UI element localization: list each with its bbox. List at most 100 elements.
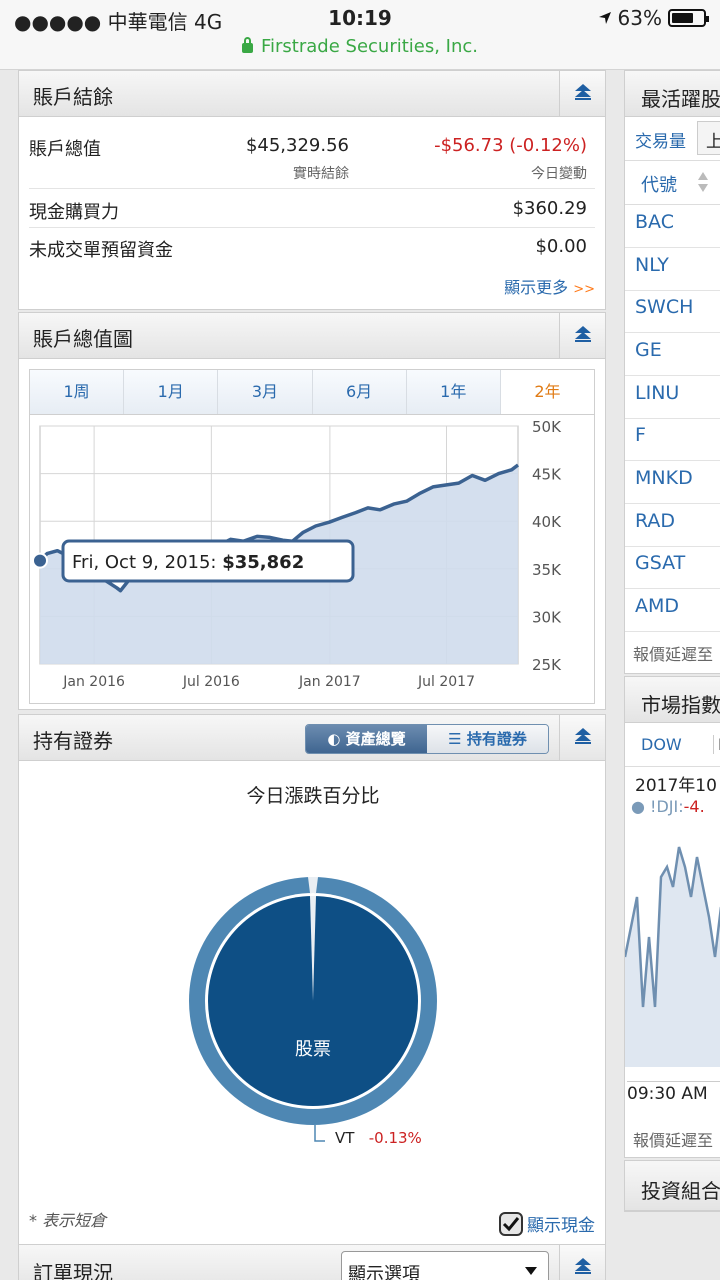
pie-slice-label: 股票 bbox=[295, 1039, 331, 1060]
tab-dow[interactable]: DOW bbox=[641, 735, 682, 754]
hover-marker bbox=[32, 552, 48, 569]
collapse-button[interactable] bbox=[559, 313, 605, 358]
pending-value: $0.00 bbox=[535, 236, 587, 257]
show-cash-label: 顯示現金 bbox=[527, 1216, 595, 1236]
tooltip-text: Fri, Oct 9, 2015: $35,862 bbox=[72, 552, 304, 573]
chart-header: 賬戶總值圖 bbox=[19, 313, 605, 359]
account-balance-title: 賬戶結餘 bbox=[33, 85, 113, 109]
list-item-symbol[interactable]: MNKD bbox=[635, 467, 693, 489]
market-index-panel: 市場指數 DOW N 2017年10 ● !DJI:-4. 09:30 AM 報… bbox=[624, 676, 720, 1158]
location-arrow-icon bbox=[598, 12, 611, 24]
tooltip-date: Fri, Oct 9, 2015: bbox=[72, 552, 222, 573]
most-active-title: 最活躍股 bbox=[641, 87, 720, 111]
asset-overview-toggle[interactable]: ◐ 資產總覽 bbox=[306, 725, 427, 753]
collapse-arrow-icon bbox=[575, 84, 591, 100]
daily-change-pie-chart[interactable] bbox=[19, 845, 607, 1175]
list-item-symbol[interactable]: RAD bbox=[635, 510, 675, 532]
asset-overview-label: 資產總覽 bbox=[345, 730, 406, 748]
market-index-title: 市場指數 bbox=[641, 693, 720, 717]
account-value-chart-panel: 賬戶總值圖 1周 1月 3月 6月 1年 2年 50K 45K 40K 35K 30K 2… bbox=[18, 312, 606, 710]
pie-callout: VT -0.13% bbox=[335, 1129, 422, 1147]
x-tick-label: Jan 2016 bbox=[62, 674, 125, 690]
portfolio-header: 投資組合 bbox=[625, 1161, 720, 1211]
portfolio-panel: 投資組合 bbox=[624, 1160, 720, 1212]
most-active-header: 最活躍股 bbox=[625, 71, 720, 117]
cash-value: $360.29 bbox=[512, 198, 587, 219]
battery-percent: 63% bbox=[617, 6, 662, 30]
callout-change: -0.13% bbox=[368, 1129, 422, 1147]
holdings-title: 持有證券 bbox=[33, 729, 113, 753]
collapse-button[interactable] bbox=[559, 71, 605, 116]
list-item-symbol[interactable]: F bbox=[635, 424, 646, 446]
list-item-symbol[interactable]: LINU bbox=[635, 382, 679, 404]
account-value-chart[interactable]: 50K 45K 40K 35K 30K 25K Jan 2016 Jul 2016 Jan 20… bbox=[30, 414, 594, 702]
index-date: 2017年10 bbox=[635, 776, 717, 796]
holdings-list-label: 持有證券 bbox=[466, 730, 527, 748]
most-active-delay-note: 報價延遲至 bbox=[633, 645, 714, 664]
callout-symbol: VT bbox=[335, 1129, 355, 1147]
range-tabs: 1周 1月 3月 6月 1年 2年 bbox=[29, 369, 595, 415]
tab-3m[interactable]: 3月 bbox=[218, 370, 313, 414]
tooltip-value: $35,862 bbox=[222, 552, 304, 573]
index-time-label: 09:30 AM bbox=[627, 1081, 720, 1104]
tab-1y[interactable]: 1年 bbox=[406, 370, 501, 414]
portfolio-title: 投資組合 bbox=[641, 1179, 720, 1203]
total-value-label: 賬戶總值 bbox=[29, 139, 101, 160]
dropdown-arrow-icon bbox=[525, 1267, 537, 1275]
list-item-symbol[interactable]: GSAT bbox=[635, 552, 685, 574]
tab-6m[interactable]: 6月 bbox=[312, 370, 407, 414]
orders-filter-value: 顯示選項 bbox=[348, 1264, 420, 1280]
orders-header: 訂單現況 顯示選項 bbox=[19, 1245, 605, 1280]
chart-panel-title: 賬戶總值圖 bbox=[33, 327, 133, 351]
short-position-note: * 表示短倉 bbox=[29, 1211, 107, 1230]
y-tick-label: 35K bbox=[532, 561, 562, 579]
tab-volume[interactable]: 交易量 bbox=[635, 127, 686, 152]
today-change: -$56.73 (-0.12%) bbox=[434, 135, 587, 156]
index-tabs: DOW N bbox=[625, 723, 720, 767]
symbol-column-header[interactable]: 代號 bbox=[625, 161, 720, 205]
pending-label: 未成交單預留資金 bbox=[29, 240, 173, 261]
orders-panel: 訂單現況 顯示選項 bbox=[18, 1244, 606, 1280]
lock-icon bbox=[241, 37, 253, 53]
show-cash-checkbox[interactable]: 顯示現金 bbox=[499, 1211, 595, 1236]
x-tick-label: Jul 2016 bbox=[182, 674, 240, 690]
x-tick-label: Jul 2017 bbox=[417, 674, 475, 690]
list-item-symbol[interactable]: AMD bbox=[635, 595, 679, 617]
orders-title: 訂單現況 bbox=[33, 1261, 113, 1280]
chart-frame: 50K 45K 40K 35K 30K 25K Jan 2016 Jul 2016 Jan 20… bbox=[29, 414, 595, 704]
cash-label: 現金購買力 bbox=[29, 202, 119, 223]
holdings-header: 持有證券 ◐ 資產總覽 ☰ 持有證券 bbox=[19, 715, 605, 761]
tab-1m[interactable]: 1月 bbox=[124, 370, 219, 414]
show-more-link[interactable]: 顯示更多 >> bbox=[504, 274, 595, 298]
y-tick-label: 40K bbox=[532, 513, 562, 531]
collapse-arrow-icon bbox=[575, 728, 591, 744]
list-item-symbol[interactable]: GE bbox=[635, 339, 662, 361]
list-item-symbol[interactable]: BAC bbox=[635, 211, 674, 233]
list-item-symbol[interactable]: NLY bbox=[635, 254, 669, 276]
orders-filter-select[interactable]: 顯示選項 bbox=[341, 1251, 549, 1280]
holdings-list-toggle[interactable]: ☰ 持有證券 bbox=[427, 725, 548, 753]
address-bar[interactable]: Firstrade Securities, Inc. bbox=[0, 36, 720, 57]
realtime-label: 實時結餘 bbox=[293, 166, 349, 182]
holdings-panel: 持有證券 ◐ 資產總覽 ☰ 持有證券 今日漲跌百分比 股票 VT -0.13% … bbox=[18, 714, 606, 1250]
symbol-column-label: 代號 bbox=[641, 175, 677, 196]
list-item-symbol[interactable]: SWCH bbox=[635, 296, 693, 318]
tab-2y[interactable]: 2年 bbox=[500, 370, 595, 414]
most-active-tabs: 交易量 上 bbox=[625, 117, 720, 161]
checkbox-checked-icon bbox=[499, 1211, 523, 1236]
status-bar: ●●●●● 中華電信 4G 10:19 63% Firstrade Securi… bbox=[0, 0, 720, 70]
tab-nasdaq[interactable]: N bbox=[713, 735, 720, 754]
today-change-label: 今日變動 bbox=[531, 166, 587, 182]
market-index-header: 市場指數 bbox=[625, 677, 720, 723]
dow-intraday-chart[interactable] bbox=[625, 807, 720, 1067]
y-tick-label: 25K bbox=[532, 656, 562, 674]
market-index-delay-note: 報價延遲至 bbox=[633, 1131, 714, 1150]
tab-1w[interactable]: 1周 bbox=[30, 370, 125, 414]
collapse-button[interactable] bbox=[559, 715, 605, 760]
account-balance-header: 賬戶結餘 bbox=[19, 71, 605, 117]
collapse-button[interactable] bbox=[559, 1245, 605, 1280]
tab-gainers[interactable]: 上 bbox=[697, 121, 720, 155]
x-tick-label: Jan 2017 bbox=[298, 674, 361, 690]
y-tick-label: 50K bbox=[532, 418, 562, 436]
collapse-arrow-icon bbox=[575, 326, 591, 342]
